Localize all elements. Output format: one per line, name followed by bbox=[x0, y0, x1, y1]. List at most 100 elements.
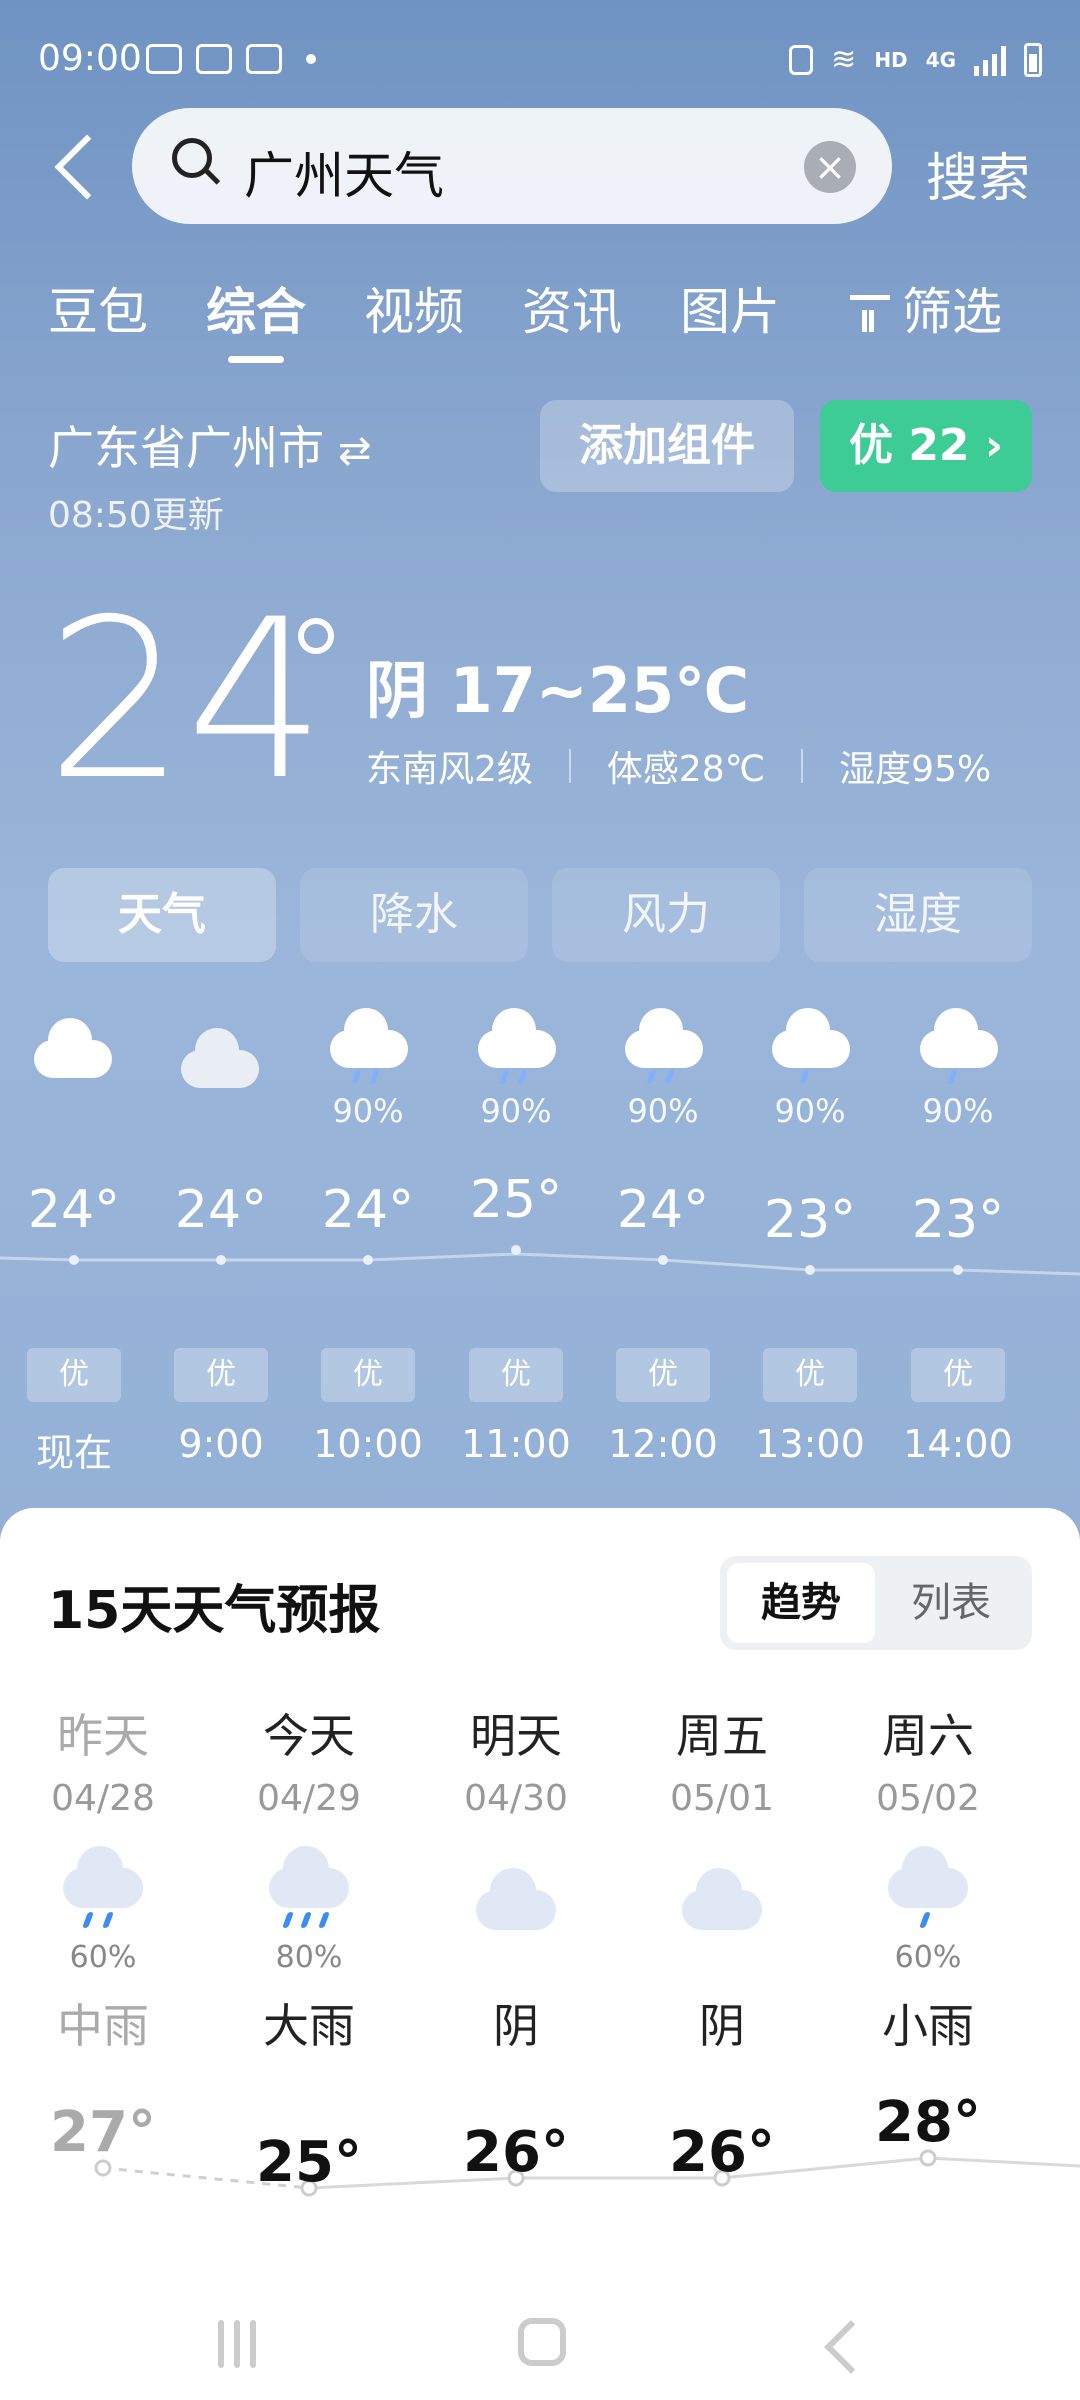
divider bbox=[568, 749, 571, 783]
signal-icon bbox=[974, 44, 1006, 76]
aqi-badge-button[interactable]: 优 22 › bbox=[820, 400, 1032, 492]
day-precip: 60% bbox=[894, 1940, 962, 1975]
swap-icon: ⇄ bbox=[338, 428, 372, 474]
day-date: 04/30 bbox=[464, 1778, 568, 1819]
recycle-icon bbox=[789, 44, 814, 75]
active-tab-indicator bbox=[228, 356, 284, 363]
rain-drop bbox=[82, 1912, 94, 1928]
hourly-time: 14:00 bbox=[903, 1422, 1013, 1466]
segment-wind[interactable]: 风力 bbox=[552, 868, 780, 962]
hourly-temp: 25° bbox=[469, 1170, 563, 1230]
light-rain-icon bbox=[888, 1846, 968, 1908]
temp-dot bbox=[511, 1245, 521, 1255]
hourly-aqi: 优 bbox=[616, 1348, 710, 1402]
forecast-card: 15天天气预报 趋势 列表 昨天 04/28 60% 中雨 27° 今天 04/… bbox=[0, 1508, 1080, 2400]
hourly-time: 13:00 bbox=[755, 1422, 865, 1466]
hourly-time: 10:00 bbox=[313, 1422, 423, 1466]
hourly-precip: 90% bbox=[774, 1092, 846, 1130]
search-button[interactable]: 搜索 bbox=[926, 136, 1030, 211]
status-right-icons: ≋ HD 4G bbox=[789, 42, 1042, 77]
hourly-temp: 23° bbox=[911, 1190, 1005, 1250]
tab-comprehensive-label: 综合 bbox=[206, 283, 306, 341]
add-widget-button[interactable]: 添加组件 bbox=[540, 400, 794, 492]
tab-filter[interactable]: 筛选 bbox=[850, 272, 1002, 344]
hourly-time: 9:00 bbox=[178, 1422, 264, 1466]
day-temp: 27° bbox=[50, 2100, 156, 2165]
hourly-aqi: 优 bbox=[321, 1348, 415, 1402]
network-label: 4G bbox=[925, 47, 956, 72]
light-rain-icon bbox=[772, 1008, 850, 1068]
tab-doubao[interactable]: 豆包 bbox=[48, 272, 148, 344]
feels-like-info: 体感28℃ bbox=[606, 749, 766, 790]
hourly-precip: 90% bbox=[332, 1092, 404, 1130]
day-date: 04/28 bbox=[51, 1778, 155, 1819]
light-rain-icon bbox=[330, 1008, 408, 1068]
temp-dot bbox=[805, 1265, 815, 1275]
light-rain-icon bbox=[478, 1008, 556, 1068]
hourly-temp: 23° bbox=[763, 1190, 857, 1250]
day-condition: 小雨 bbox=[882, 1999, 974, 2053]
day-temp: 26° bbox=[669, 2120, 775, 2185]
light-rain-icon bbox=[920, 1008, 998, 1068]
hourly-aqi: 优 bbox=[469, 1348, 563, 1402]
degree-symbol-icon bbox=[298, 618, 334, 654]
toggle-list[interactable]: 列表 bbox=[877, 1563, 1025, 1643]
temp-dot bbox=[953, 1265, 963, 1275]
status-bar: 09:00 ≋ HD 4G bbox=[38, 38, 1042, 86]
day-name: 周六 bbox=[882, 1709, 974, 1763]
light-rain-icon bbox=[625, 1008, 703, 1068]
moderate-rain-icon bbox=[63, 1846, 143, 1908]
home-button[interactable] bbox=[518, 2318, 566, 2366]
toggle-trend[interactable]: 趋势 bbox=[727, 1563, 875, 1643]
rain-drop bbox=[282, 1912, 294, 1928]
overcast-icon bbox=[476, 1868, 556, 1930]
tab-news[interactable]: 资讯 bbox=[522, 272, 622, 344]
search-input[interactable]: 广州天气 × bbox=[132, 108, 892, 224]
location-switcher[interactable]: 广东省广州市 ⇄ bbox=[48, 412, 372, 478]
update-time: 08:50更新 bbox=[48, 495, 224, 536]
forecast-title: 15天天气预报 bbox=[48, 1581, 381, 1641]
search-query: 广州天气 bbox=[244, 147, 444, 205]
day-date: 04/29 bbox=[257, 1778, 361, 1819]
wifi-icon: ≋ bbox=[831, 42, 857, 77]
forecast-day[interactable]: 周五 05/01 阴 26° bbox=[632, 1700, 812, 2185]
day-date: 05/02 bbox=[876, 1778, 980, 1819]
forecast-day[interactable]: 周六 05/02 60% 小雨 28° bbox=[838, 1700, 1018, 2170]
heavy-rain-icon bbox=[269, 1846, 349, 1908]
day-name: 今天 bbox=[263, 1709, 355, 1763]
hourly-aqi: 优 bbox=[27, 1348, 121, 1402]
rain-drop bbox=[102, 1912, 114, 1928]
current-temperature: 24 bbox=[46, 572, 326, 828]
segment-weather[interactable]: 天气 bbox=[48, 868, 276, 962]
tab-comprehensive[interactable]: 综合 bbox=[206, 272, 306, 363]
system-back-button[interactable] bbox=[824, 2320, 878, 2374]
hourly-temp: 24° bbox=[174, 1180, 268, 1240]
tab-video[interactable]: 视频 bbox=[364, 272, 464, 344]
temp-dot bbox=[216, 1255, 226, 1265]
hourly-aqi: 优 bbox=[911, 1348, 1005, 1402]
day-condition: 阴 bbox=[493, 1999, 539, 2053]
clapper-icon bbox=[246, 44, 282, 74]
tab-images[interactable]: 图片 bbox=[680, 272, 780, 344]
rain-drop bbox=[919, 1912, 931, 1928]
day-name: 明天 bbox=[470, 1709, 562, 1763]
segment-precipitation[interactable]: 降水 bbox=[300, 868, 528, 962]
day-temp: 25° bbox=[256, 2130, 362, 2195]
clock-app-icon bbox=[196, 44, 232, 74]
hourly-precip: 90% bbox=[627, 1092, 699, 1130]
clear-icon[interactable]: × bbox=[804, 141, 856, 193]
rain-drop bbox=[300, 1912, 312, 1928]
forecast-day[interactable]: 今天 04/29 80% 大雨 25° bbox=[219, 1700, 399, 2195]
back-button[interactable] bbox=[50, 128, 100, 208]
day-date: 05/01 bbox=[670, 1778, 774, 1819]
hourly-precip: 90% bbox=[480, 1092, 552, 1130]
segment-humidity[interactable]: 湿度 bbox=[804, 868, 1032, 962]
overcast-icon bbox=[181, 1028, 259, 1088]
current-condition: 阴 17~25℃ bbox=[366, 654, 750, 727]
hourly-time: 12:00 bbox=[608, 1422, 718, 1466]
rain-drop bbox=[318, 1912, 330, 1928]
recent-apps-button[interactable] bbox=[218, 2320, 266, 2368]
forecast-day[interactable]: 明天 04/30 阴 26° bbox=[426, 1700, 606, 2185]
forecast-day[interactable]: 昨天 04/28 60% 中雨 27° bbox=[13, 1700, 193, 2170]
day-temp: 26° bbox=[463, 2120, 569, 2185]
